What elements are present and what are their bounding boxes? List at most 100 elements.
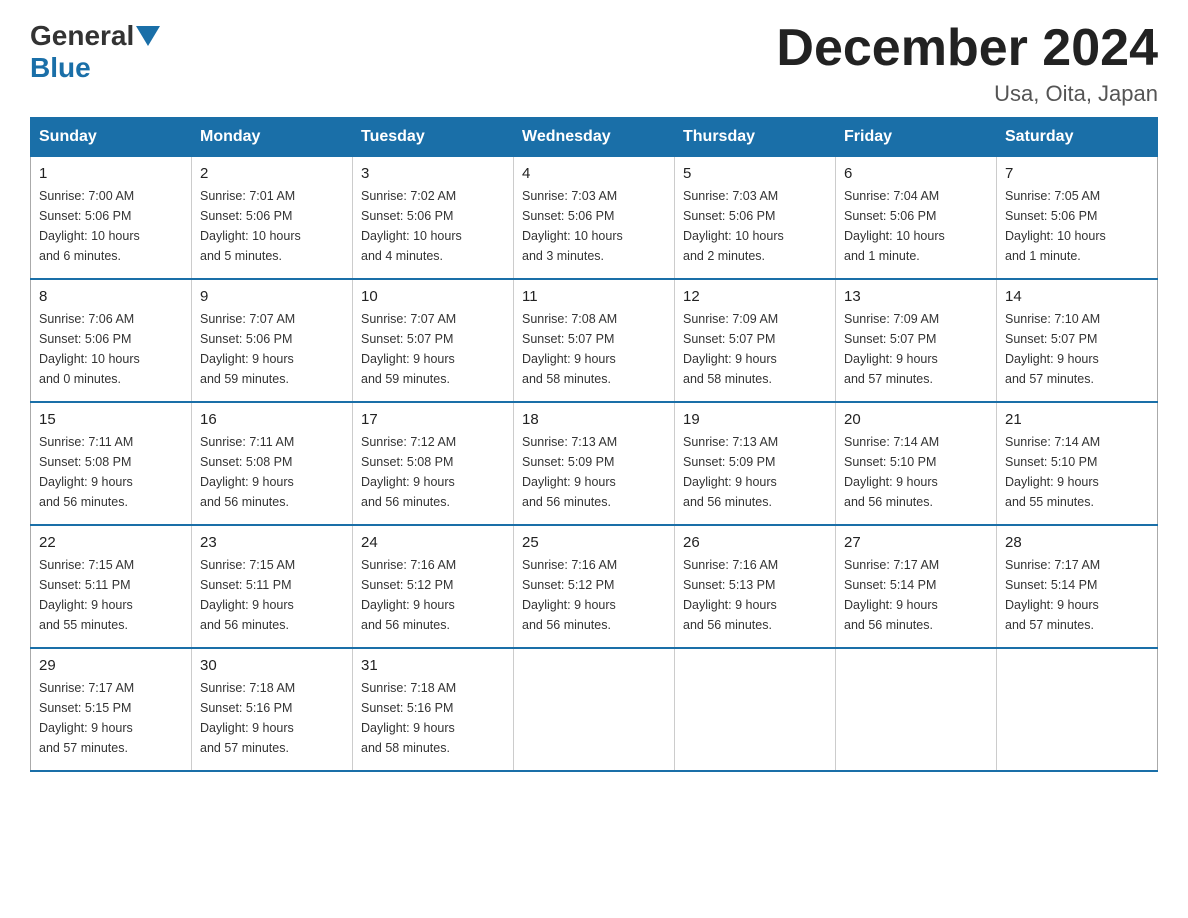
calendar-day-cell: 14 Sunrise: 7:10 AMSunset: 5:07 PMDayligh…	[997, 279, 1158, 402]
day-info: Sunrise: 7:16 AMSunset: 5:12 PMDaylight:…	[522, 555, 666, 635]
calendar-header-cell: Thursday	[675, 118, 836, 157]
day-info: Sunrise: 7:11 AMSunset: 5:08 PMDaylight:…	[39, 432, 183, 512]
calendar-day-cell: 16 Sunrise: 7:11 AMSunset: 5:08 PMDayligh…	[192, 402, 353, 525]
day-number: 27	[844, 534, 988, 551]
day-number: 8	[39, 288, 183, 305]
day-info: Sunrise: 7:07 AMSunset: 5:06 PMDaylight:…	[200, 309, 344, 389]
calendar-day-cell: 9 Sunrise: 7:07 AMSunset: 5:06 PMDaylight…	[192, 279, 353, 402]
calendar-day-cell: 3 Sunrise: 7:02 AMSunset: 5:06 PMDaylight…	[353, 157, 514, 280]
calendar-header-cell: Tuesday	[353, 118, 514, 157]
day-number: 15	[39, 411, 183, 428]
day-info: Sunrise: 7:18 AMSunset: 5:16 PMDaylight:…	[200, 678, 344, 758]
calendar-header: SundayMondayTuesdayWednesdayThursdayFrid…	[31, 118, 1158, 157]
day-info: Sunrise: 7:17 AMSunset: 5:15 PMDaylight:…	[39, 678, 183, 758]
day-info: Sunrise: 7:11 AMSunset: 5:08 PMDaylight:…	[200, 432, 344, 512]
calendar-day-cell: 8Sunrise: 7:06 AMSunset: 5:06 PMDaylight…	[31, 279, 192, 402]
day-info: Sunrise: 7:08 AMSunset: 5:07 PMDaylight:…	[522, 309, 666, 389]
day-info: Sunrise: 7:13 AMSunset: 5:09 PMDaylight:…	[522, 432, 666, 512]
day-info: Sunrise: 7:15 AMSunset: 5:11 PMDaylight:…	[200, 555, 344, 635]
day-info: Sunrise: 7:04 AMSunset: 5:06 PMDaylight:…	[844, 186, 988, 266]
day-info: Sunrise: 7:09 AMSunset: 5:07 PMDaylight:…	[844, 309, 988, 389]
day-info: Sunrise: 7:00 AMSunset: 5:06 PMDaylight:…	[39, 186, 183, 266]
calendar-week-row: 15 Sunrise: 7:11 AMSunset: 5:08 PMDayligh…	[31, 402, 1158, 525]
calendar-day-cell: 1 Sunrise: 7:00 AMSunset: 5:06 PMDaylight…	[31, 157, 192, 280]
calendar-table: SundayMondayTuesdayWednesdayThursdayFrid…	[30, 117, 1158, 772]
calendar-day-cell: 20Sunrise: 7:14 AMSunset: 5:10 PMDayligh…	[836, 402, 997, 525]
day-number: 14	[1005, 288, 1149, 305]
day-number: 29	[39, 657, 183, 674]
day-number: 31	[361, 657, 505, 674]
day-number: 9	[200, 288, 344, 305]
day-number: 21	[1005, 411, 1149, 428]
day-number: 11	[522, 288, 666, 305]
day-info: Sunrise: 7:14 AMSunset: 5:10 PMDaylight:…	[844, 432, 988, 512]
day-info: Sunrise: 7:17 AMSunset: 5:14 PMDaylight:…	[1005, 555, 1149, 635]
calendar-day-cell: 4Sunrise: 7:03 AMSunset: 5:06 PMDaylight…	[514, 157, 675, 280]
calendar-header-cell: Friday	[836, 118, 997, 157]
day-number: 24	[361, 534, 505, 551]
calendar-day-cell	[675, 648, 836, 771]
calendar-day-cell: 28 Sunrise: 7:17 AMSunset: 5:14 PMDayligh…	[997, 525, 1158, 648]
calendar-day-cell	[836, 648, 997, 771]
logo: General Blue	[30, 20, 162, 84]
day-number: 25	[522, 534, 666, 551]
day-number: 23	[200, 534, 344, 551]
day-info: Sunrise: 7:15 AMSunset: 5:11 PMDaylight:…	[39, 555, 183, 635]
calendar-day-cell: 10 Sunrise: 7:07 AMSunset: 5:07 PMDayligh…	[353, 279, 514, 402]
day-info: Sunrise: 7:02 AMSunset: 5:06 PMDaylight:…	[361, 186, 505, 266]
calendar-day-cell	[997, 648, 1158, 771]
day-number: 30	[200, 657, 344, 674]
day-number: 1	[39, 165, 183, 182]
logo-triangle-icon	[136, 26, 160, 46]
day-info: Sunrise: 7:13 AMSunset: 5:09 PMDaylight:…	[683, 432, 827, 512]
day-number: 18	[522, 411, 666, 428]
day-number: 3	[361, 165, 505, 182]
day-number: 4	[522, 165, 666, 182]
location-subtitle: Usa, Oita, Japan	[776, 81, 1158, 107]
day-number: 6	[844, 165, 988, 182]
logo-blue-text: Blue	[30, 52, 91, 84]
calendar-week-row: 1 Sunrise: 7:00 AMSunset: 5:06 PMDaylight…	[31, 157, 1158, 280]
day-info: Sunrise: 7:18 AMSunset: 5:16 PMDaylight:…	[361, 678, 505, 758]
calendar-day-cell: 5Sunrise: 7:03 AMSunset: 5:06 PMDaylight…	[675, 157, 836, 280]
day-number: 28	[1005, 534, 1149, 551]
day-info: Sunrise: 7:07 AMSunset: 5:07 PMDaylight:…	[361, 309, 505, 389]
calendar-day-cell: 26 Sunrise: 7:16 AMSunset: 5:13 PMDayligh…	[675, 525, 836, 648]
day-number: 26	[683, 534, 827, 551]
day-info: Sunrise: 7:01 AMSunset: 5:06 PMDaylight:…	[200, 186, 344, 266]
day-number: 12	[683, 288, 827, 305]
day-info: Sunrise: 7:09 AMSunset: 5:07 PMDaylight:…	[683, 309, 827, 389]
calendar-week-row: 29 Sunrise: 7:17 AMSunset: 5:15 PMDayligh…	[31, 648, 1158, 771]
calendar-day-cell: 31 Sunrise: 7:18 AMSunset: 5:16 PMDayligh…	[353, 648, 514, 771]
calendar-body: 1 Sunrise: 7:00 AMSunset: 5:06 PMDaylight…	[31, 157, 1158, 772]
calendar-day-cell: 17Sunrise: 7:12 AMSunset: 5:08 PMDayligh…	[353, 402, 514, 525]
day-number: 10	[361, 288, 505, 305]
day-info: Sunrise: 7:16 AMSunset: 5:12 PMDaylight:…	[361, 555, 505, 635]
calendar-day-cell: 27Sunrise: 7:17 AMSunset: 5:14 PMDayligh…	[836, 525, 997, 648]
calendar-header-cell: Wednesday	[514, 118, 675, 157]
calendar-header-cell: Monday	[192, 118, 353, 157]
day-number: 16	[200, 411, 344, 428]
day-number: 7	[1005, 165, 1149, 182]
calendar-day-cell: 11 Sunrise: 7:08 AMSunset: 5:07 PMDayligh…	[514, 279, 675, 402]
calendar-header-cell: Saturday	[997, 118, 1158, 157]
calendar-week-row: 8Sunrise: 7:06 AMSunset: 5:06 PMDaylight…	[31, 279, 1158, 402]
calendar-day-cell: 18 Sunrise: 7:13 AMSunset: 5:09 PMDayligh…	[514, 402, 675, 525]
day-number: 5	[683, 165, 827, 182]
calendar-week-row: 22 Sunrise: 7:15 AMSunset: 5:11 PMDayligh…	[31, 525, 1158, 648]
day-info: Sunrise: 7:10 AMSunset: 5:07 PMDaylight:…	[1005, 309, 1149, 389]
calendar-day-cell: 25 Sunrise: 7:16 AMSunset: 5:12 PMDayligh…	[514, 525, 675, 648]
calendar-day-cell: 24 Sunrise: 7:16 AMSunset: 5:12 PMDayligh…	[353, 525, 514, 648]
logo-general-text: General	[30, 20, 134, 52]
calendar-day-cell: 2 Sunrise: 7:01 AMSunset: 5:06 PMDaylight…	[192, 157, 353, 280]
day-number: 2	[200, 165, 344, 182]
calendar-day-cell: 15 Sunrise: 7:11 AMSunset: 5:08 PMDayligh…	[31, 402, 192, 525]
day-info: Sunrise: 7:12 AMSunset: 5:08 PMDaylight:…	[361, 432, 505, 512]
day-number: 13	[844, 288, 988, 305]
day-number: 22	[39, 534, 183, 551]
day-info: Sunrise: 7:16 AMSunset: 5:13 PMDaylight:…	[683, 555, 827, 635]
title-section: December 2024 Usa, Oita, Japan	[776, 20, 1158, 107]
calendar-day-cell: 19Sunrise: 7:13 AMSunset: 5:09 PMDayligh…	[675, 402, 836, 525]
page-header: General Blue December 2024 Usa, Oita, Ja…	[30, 20, 1158, 107]
calendar-day-cell: 22 Sunrise: 7:15 AMSunset: 5:11 PMDayligh…	[31, 525, 192, 648]
